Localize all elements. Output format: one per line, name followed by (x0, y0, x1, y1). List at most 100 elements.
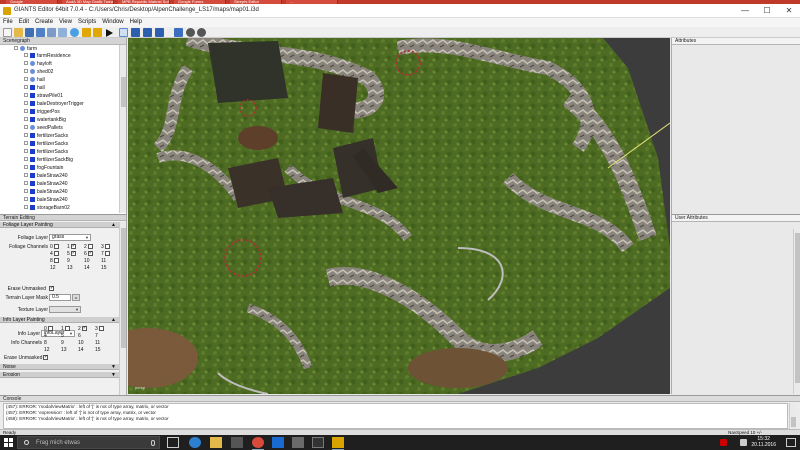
tree-node[interactable]: hayloft (24, 61, 52, 68)
microphone-icon[interactable] (151, 440, 155, 446)
terrain-layer-mask-input[interactable]: 0.5 (49, 294, 71, 301)
foliage-layer-select[interactable]: grass ▼ (49, 234, 91, 241)
app-icon[interactable] (312, 437, 324, 448)
tree-node[interactable]: shed02 (24, 69, 53, 76)
undo-icon[interactable] (82, 28, 91, 37)
user-attributes-scrollbar[interactable] (793, 229, 800, 394)
channel-checkbox[interactable] (98, 326, 104, 331)
tree-node[interactable]: baleDestroyerTrigger (24, 101, 84, 108)
channel-checkbox[interactable] (53, 251, 59, 256)
channel-7[interactable]: 7 (101, 251, 110, 257)
channel-checkbox[interactable] (64, 326, 70, 331)
expand-icon[interactable] (24, 133, 28, 137)
expand-icon[interactable] (24, 77, 28, 81)
close-button[interactable]: ✕ (778, 4, 800, 18)
tray-icon[interactable] (720, 439, 727, 446)
minimize-button[interactable]: — (734, 4, 756, 18)
redo-icon[interactable] (93, 28, 102, 37)
export-icon[interactable] (58, 28, 67, 37)
channel-checkbox[interactable] (70, 250, 76, 256)
expand-icon[interactable] (24, 61, 28, 65)
expand-icon[interactable] (24, 93, 28, 97)
app-icon[interactable] (292, 437, 304, 448)
channel-checkbox[interactable] (53, 244, 59, 249)
menu-file[interactable]: File (0, 18, 16, 27)
tree-node[interactable]: baleStraw240 (24, 173, 68, 180)
tree-node[interactable]: hall (24, 85, 45, 92)
channel-checkbox[interactable] (104, 251, 110, 256)
channel-checkbox[interactable] (81, 325, 87, 331)
expand-icon[interactable] (24, 85, 28, 89)
tree-node[interactable]: farmResidence (24, 53, 71, 60)
expand-icon[interactable] (24, 197, 28, 201)
tree-node[interactable]: baleStraw240 (24, 181, 68, 188)
erase-unmasked-info-checkbox[interactable] (42, 354, 48, 361)
expand-icon[interactable] (24, 157, 28, 161)
channel-3[interactable]: 3 (101, 244, 110, 250)
tree-node[interactable]: baleStraw240 (24, 189, 68, 196)
channel-checkbox[interactable] (87, 250, 93, 256)
channel-checkbox[interactable] (104, 244, 110, 249)
tree-node[interactable]: fertilizerSackBig (24, 157, 73, 164)
expand-icon[interactable] (24, 205, 28, 209)
select-icon[interactable] (119, 28, 128, 37)
expand-icon[interactable] (24, 173, 28, 177)
clock[interactable]: 15:32 20.11.2016 (751, 436, 776, 448)
edge-icon[interactable] (189, 437, 201, 448)
expand-icon[interactable] (24, 125, 28, 129)
tree-node[interactable]: baleStraw240 (24, 197, 68, 204)
console-output[interactable]: (457): ERROR: 'modalViewMatrix' : left o… (3, 403, 788, 429)
terrain-panel-scrollbar[interactable] (119, 222, 126, 396)
save-as-icon[interactable] (36, 28, 45, 37)
expand-icon[interactable] (24, 165, 28, 169)
refresh-icon[interactable] (70, 28, 79, 37)
terrain-layer-mask-button[interactable]: •• (72, 294, 80, 301)
scrollbar-thumb[interactable] (791, 417, 796, 427)
tree-node[interactable]: fertilizerSacks (24, 141, 68, 148)
tree-node[interactable]: triggerPos (24, 109, 60, 116)
expand-icon[interactable] (24, 149, 28, 153)
foliage-layer-painting-header[interactable]: Foliage Layer Painting ▲ (0, 222, 119, 228)
giants-editor-taskbar-icon[interactable] (332, 437, 344, 450)
scenegraph-scrollbar[interactable] (119, 45, 126, 213)
channel-0[interactable]: 0 (44, 326, 53, 332)
noise-header[interactable]: Noise ▼ (0, 364, 119, 370)
save-icon[interactable] (25, 28, 34, 37)
menu-window[interactable]: Window (99, 18, 126, 27)
channel-4[interactable]: 4 (50, 251, 59, 257)
tree-node[interactable]: fertilizerSacks (24, 149, 68, 156)
task-view-icon[interactable] (167, 437, 179, 448)
tree-node[interactable]: hall (24, 77, 45, 84)
expand-icon[interactable] (24, 109, 28, 113)
channel-1[interactable]: 1 (61, 326, 70, 332)
menu-view[interactable]: View (56, 18, 75, 27)
store-icon[interactable] (231, 437, 243, 448)
taskbar-search[interactable]: Frag mich etwas (17, 436, 160, 449)
channel-checkbox[interactable] (53, 258, 59, 263)
expand-icon[interactable] (24, 101, 28, 105)
expand-icon[interactable] (24, 53, 28, 57)
channel-3[interactable]: 3 (95, 326, 104, 332)
file-explorer-icon[interactable] (210, 437, 222, 448)
channel-checkbox[interactable] (87, 244, 93, 249)
expand-icon[interactable] (24, 117, 28, 121)
new-icon[interactable] (3, 28, 12, 37)
expand-icon[interactable] (14, 46, 18, 50)
erase-unmasked-checkbox[interactable] (48, 285, 54, 292)
open-icon[interactable] (14, 28, 23, 37)
channel-6[interactable]: 6 (84, 250, 93, 257)
scrollbar-thumb[interactable] (121, 228, 126, 348)
menu-edit[interactable]: Edit (16, 18, 32, 27)
expand-icon[interactable] (24, 69, 28, 73)
tree-node[interactable]: seedPallets (24, 125, 63, 132)
expand-icon[interactable] (24, 141, 28, 145)
tree-node[interactable]: storageBarn02 (24, 205, 70, 212)
3d-viewport[interactable]: persp (128, 38, 670, 394)
menu-create[interactable]: Create (32, 18, 56, 27)
tree-node-root[interactable]: farm (14, 46, 37, 53)
info-layer-painting-header[interactable]: Info Layer Painting ▲ (0, 317, 119, 323)
menu-scripts[interactable]: Scripts (75, 18, 99, 27)
notifications-icon[interactable] (786, 438, 796, 447)
tree-node[interactable]: watertankBig (24, 117, 66, 124)
channel-checkbox[interactable] (47, 326, 53, 331)
